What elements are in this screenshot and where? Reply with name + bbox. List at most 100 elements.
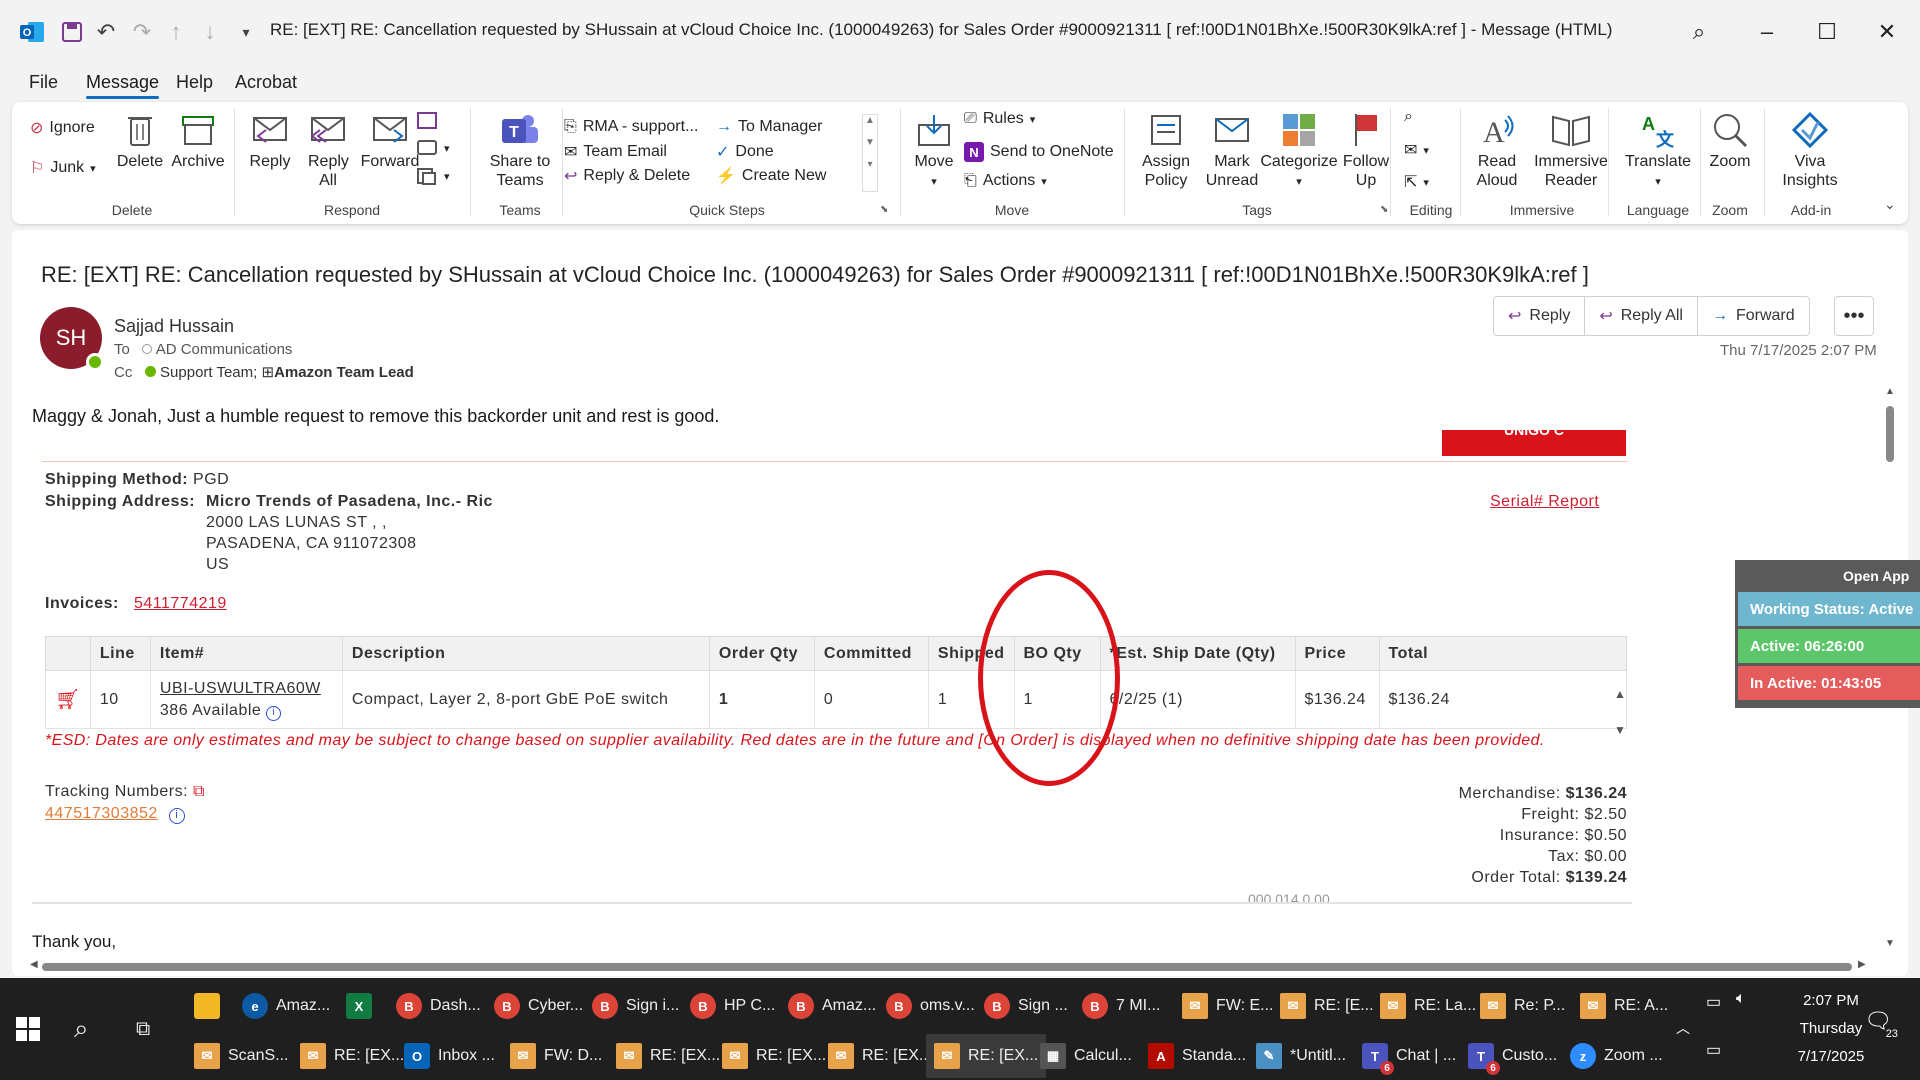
taskbar-app-3[interactable]: B Dash...: [396, 984, 481, 1028]
horizontal-scrollbar[interactable]: ◀ ▶: [30, 958, 1870, 976]
avatar[interactable]: SH: [40, 307, 104, 371]
zoom-button[interactable]: Zoom: [1704, 110, 1756, 171]
quicksteps-scroll[interactable]: ▲ ▼ ▾: [862, 114, 878, 192]
send-to-onenote-button[interactable]: N Send to OneNote: [964, 142, 1114, 162]
task-view-button[interactable]: ⧉: [136, 1007, 150, 1051]
taskbar-app-15[interactable]: ✉ RE: A...: [1580, 984, 1668, 1028]
taskbar-app-7[interactable]: B Amaz...: [788, 984, 876, 1028]
more-actions-button[interactable]: •••: [1834, 296, 1874, 336]
select-icon[interactable]: ⇱ ▾: [1404, 172, 1429, 192]
taskbar-app-13[interactable]: ✉ RE: La...: [1380, 984, 1476, 1028]
customize-toolbar-icon[interactable]: ▾: [232, 18, 260, 46]
follow-up-button[interactable]: Follow Up: [1338, 110, 1394, 190]
taskbar-r2-1[interactable]: ✉ ScanS...: [194, 1034, 288, 1078]
actions-button[interactable]: ⎗ Actions ▾: [964, 172, 1047, 190]
more-respond-icon[interactable]: ▾: [416, 166, 450, 186]
collapse-ribbon-icon[interactable]: ⌄: [1884, 196, 1896, 213]
scroll-left-icon[interactable]: ◀: [30, 959, 38, 970]
translate-button[interactable]: A文 Translate ▾: [1620, 110, 1696, 192]
tab-message[interactable]: Message: [86, 72, 160, 99]
maximize-button[interactable]: ☐: [1804, 14, 1850, 50]
minimize-button[interactable]: –: [1744, 14, 1790, 50]
taskbar-r2-13[interactable]: T 6 Custo...: [1468, 1034, 1557, 1078]
forward-action-button[interactable]: → Forward: [1698, 297, 1809, 335]
search-icon[interactable]: ⌕: [1676, 14, 1722, 50]
recipient-cc-amazon[interactable]: Amazon Team Lead: [274, 364, 414, 381]
scroll-up-icon[interactable]: ▲: [1885, 386, 1895, 397]
immersive-reader-button[interactable]: Immersive Reader: [1526, 110, 1616, 190]
archive-button[interactable]: Archive: [170, 110, 226, 171]
move-button[interactable]: Move ▾: [908, 110, 960, 192]
taskbar-r2-2[interactable]: ✉ RE: [EX...: [300, 1034, 404, 1078]
im-icon[interactable]: ▾: [416, 138, 450, 158]
mark-unread-button[interactable]: Mark Unread: [1202, 110, 1262, 190]
recipient-to[interactable]: AD Communications: [156, 341, 293, 358]
read-aloud-button[interactable]: A Read Aloud: [1470, 110, 1524, 190]
taskbar-r2-6[interactable]: ✉ RE: [EX...: [722, 1034, 826, 1078]
start-button[interactable]: [16, 1007, 40, 1051]
quickstep-team-email[interactable]: ✉ Team Email: [564, 142, 667, 162]
assign-policy-button[interactable]: Assign Policy: [1132, 110, 1200, 190]
redo-icon[interactable]: ↷: [128, 18, 156, 46]
taskbar-app-11[interactable]: ✉ FW: E...: [1182, 984, 1273, 1028]
taskbar-r2-5[interactable]: ✉ RE: [EX...: [616, 1034, 720, 1078]
tab-acrobat[interactable]: Acrobat: [235, 72, 297, 93]
dialog-launcher-icon[interactable]: ⬊: [880, 204, 888, 215]
share-to-teams-button[interactable]: T Share to Teams: [474, 110, 566, 190]
scroll-down-icon[interactable]: ▼: [1885, 938, 1895, 949]
invoice-link[interactable]: 5411774219: [134, 595, 227, 613]
viva-insights-button[interactable]: Viva Insights: [1772, 110, 1848, 190]
reply-all-button[interactable]: Reply All: [302, 110, 354, 190]
cart-icon[interactable]: 🛒︎: [55, 689, 81, 711]
quickstep-reply-delete[interactable]: ↩ Reply & Delete: [564, 166, 690, 186]
forward-button[interactable]: Forward: [358, 110, 422, 171]
taskbar-app-10[interactable]: B7 MI...: [1082, 984, 1160, 1028]
taskbar-app-9[interactable]: B Sign ...: [984, 984, 1068, 1028]
taskbar-app-4[interactable]: B Cyber...: [494, 984, 583, 1028]
network-icon[interactable]: ▭: [1706, 1040, 1721, 1060]
taskbar-r2-8-active[interactable]: ✉ RE: [EX...: [926, 1034, 1047, 1078]
close-button[interactable]: ✕: [1864, 14, 1910, 50]
tracking-link[interactable]: 447517303852: [45, 805, 158, 822]
recipient-cc-support[interactable]: Support Team;: [160, 364, 257, 381]
taskbar-app-6[interactable]: B HP C...: [690, 984, 775, 1028]
taskbar-r2-14[interactable]: z Zoom ...: [1570, 1034, 1663, 1078]
reply-button[interactable]: Reply: [244, 110, 296, 171]
horizontal-scroll-thumb[interactable]: [42, 963, 1852, 971]
down-arrow-icon[interactable]: ↓: [196, 18, 224, 46]
taskbar-app-5[interactable]: B Sign i...: [592, 984, 679, 1028]
taskbar-r2-4[interactable]: ✉ FW: D...: [510, 1034, 602, 1078]
tab-help[interactable]: Help: [176, 72, 213, 93]
taskbar-r2-3[interactable]: O Inbox ...: [404, 1034, 495, 1078]
categorize-button[interactable]: Categorize ▾: [1260, 110, 1338, 192]
reply-all-action-button[interactable]: ↩ Reply All: [1585, 297, 1698, 335]
clock-time[interactable]: 2:07 PM: [1776, 992, 1886, 1009]
taskbar-app-1[interactable]: e Amaz...: [242, 984, 330, 1028]
junk-button[interactable]: ⚐ Junk ▾: [30, 158, 96, 178]
quickstep-create-new[interactable]: ⚡ Create New: [716, 166, 826, 186]
taskbar-r2-12[interactable]: T 6 Chat | ...: [1362, 1034, 1456, 1078]
expand-group-icon[interactable]: ⊞: [261, 364, 274, 381]
taskbar-app-14[interactable]: ✉ Re: P...: [1480, 984, 1565, 1028]
up-arrow-icon[interactable]: ↑: [162, 18, 190, 46]
taskbar-file-explorer[interactable]: [194, 984, 220, 1028]
rules-button[interactable]: ⎚ Rules ▾: [964, 110, 1035, 128]
meeting-icon[interactable]: [416, 110, 438, 130]
taskbar-r2-10[interactable]: A Standa...: [1148, 1034, 1246, 1078]
find-icon[interactable]: ⌕: [1404, 108, 1413, 126]
save-icon[interactable]: [58, 18, 86, 46]
quickstep-done[interactable]: ✓ Done: [716, 142, 774, 162]
quickstep-to-manager[interactable]: → To Manager: [716, 118, 823, 136]
search-button[interactable]: ⌕: [74, 1007, 89, 1051]
tab-file[interactable]: File: [29, 72, 58, 93]
taskbar-r2-7[interactable]: ✉ RE: [EX...: [828, 1034, 932, 1078]
undo-icon[interactable]: ↶: [92, 18, 120, 46]
external-link-icon[interactable]: ⧉: [193, 783, 205, 800]
replace-icon[interactable]: ✉ ▾: [1404, 140, 1429, 160]
info-icon[interactable]: i: [168, 808, 185, 824]
table-scroll[interactable]: ▲ ▼: [1614, 676, 1626, 748]
vertical-scroll-thumb[interactable]: [1886, 406, 1894, 462]
reply-action-button[interactable]: ↩ Reply: [1494, 297, 1586, 335]
battery-icon[interactable]: ▭: [1706, 992, 1721, 1012]
quickstep-rma[interactable]: ⎘ RMA - support...: [564, 118, 698, 136]
